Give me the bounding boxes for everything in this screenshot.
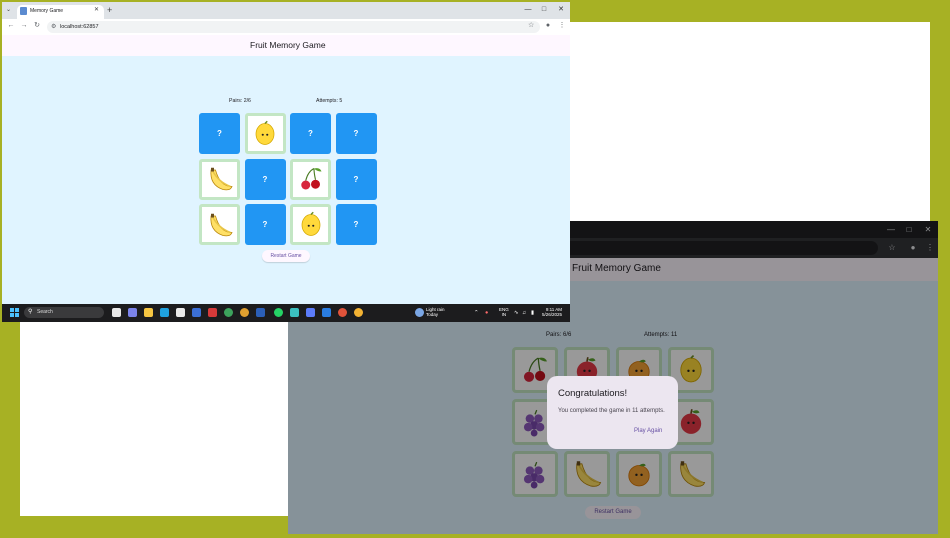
hidden-card[interactable]: ? bbox=[335, 113, 377, 154]
language-indicator[interactable]: ENG IN bbox=[499, 307, 509, 317]
play-again-button[interactable]: Play Again bbox=[634, 428, 662, 434]
dialog-message: You completed the game in 11 attempts. bbox=[558, 408, 665, 414]
app-icon[interactable] bbox=[192, 308, 201, 317]
new-tab-icon[interactable]: + bbox=[107, 5, 112, 15]
attempts-counter: Attempts: 5 bbox=[316, 98, 343, 104]
forward-arrow-icon[interactable]: → bbox=[19, 21, 29, 31]
weather-widget[interactable]: Light rain Today bbox=[426, 307, 445, 317]
chrome-icon[interactable] bbox=[224, 308, 233, 317]
banana-icon bbox=[209, 213, 233, 236]
lemon-icon bbox=[255, 120, 275, 145]
minimize-icon[interactable]: — bbox=[523, 5, 533, 15]
tab-list-icon[interactable]: ⌄ bbox=[6, 6, 11, 15]
taskbar-search[interactable] bbox=[24, 307, 104, 318]
whatsapp-icon[interactable] bbox=[274, 308, 283, 317]
clock-date: 5/26/2025 bbox=[542, 312, 563, 317]
search-icon: ⚲ bbox=[28, 309, 33, 315]
hidden-card[interactable]: ? bbox=[244, 158, 286, 200]
bookmark-star-icon[interactable]: ☆ bbox=[528, 21, 534, 31]
banana-card[interactable] bbox=[199, 204, 240, 245]
restart-game-button[interactable]: Restart Game bbox=[262, 250, 310, 262]
windows-start-icon[interactable] bbox=[10, 308, 19, 317]
hidden-card[interactable]: ? bbox=[290, 113, 331, 154]
language-region: IN bbox=[501, 312, 507, 317]
address-bar[interactable] bbox=[47, 21, 540, 33]
profile-icon[interactable]: ● bbox=[543, 21, 553, 31]
pairs-counter: Pairs: 2/6 bbox=[229, 98, 251, 104]
back-arrow-icon[interactable]: ← bbox=[6, 21, 16, 31]
tab-favicon-icon bbox=[20, 7, 27, 15]
doc-icon[interactable] bbox=[306, 308, 315, 317]
chrome-profile-icon[interactable] bbox=[240, 308, 249, 317]
edge-icon[interactable] bbox=[160, 308, 169, 317]
dialog-title: Congratulations! bbox=[558, 388, 628, 399]
hidden-card[interactable]: ? bbox=[335, 158, 377, 200]
lemon-card[interactable] bbox=[290, 204, 331, 245]
mcafee-icon[interactable] bbox=[208, 308, 217, 317]
hidden-card[interactable]: ? bbox=[199, 113, 240, 154]
front-browser-window[interactable]: ⌄ Memory Game ✕ + — □ ✕ ← → ↻ ⚙ localhos… bbox=[2, 2, 570, 322]
file-explorer-icon[interactable] bbox=[144, 308, 153, 317]
notes-icon[interactable] bbox=[290, 308, 299, 317]
word-icon[interactable] bbox=[256, 308, 265, 317]
cherry-icon bbox=[300, 167, 321, 190]
hidden-card[interactable]: ? bbox=[244, 204, 286, 245]
weather-icon[interactable] bbox=[415, 308, 424, 317]
app-title: Fruit Memory Game bbox=[250, 40, 326, 50]
clock[interactable]: 9:11 AM 5/26/2025 bbox=[542, 307, 562, 317]
lemon-card[interactable] bbox=[244, 113, 286, 154]
restore-icon[interactable]: □ bbox=[539, 5, 549, 15]
url-text[interactable]: localhost:62857 bbox=[60, 22, 99, 32]
volume-icon[interactable]: ♫ bbox=[522, 309, 526, 317]
tray-chevron-icon[interactable]: ⌃ bbox=[474, 309, 479, 317]
banana-card[interactable] bbox=[199, 158, 240, 200]
desktop-background-window bbox=[20, 322, 288, 516]
vscode-icon[interactable] bbox=[322, 308, 331, 317]
chrome-active-icon[interactable] bbox=[354, 308, 363, 317]
cherry-card[interactable] bbox=[290, 158, 331, 200]
battery-icon[interactable]: ▮ bbox=[531, 309, 534, 317]
store-icon[interactable] bbox=[176, 308, 185, 317]
site-info-icon[interactable]: ⚙ bbox=[51, 22, 56, 32]
banana-icon bbox=[209, 167, 233, 191]
taskbar-search-placeholder: Search bbox=[37, 309, 53, 315]
tray-app-icon[interactable]: ● bbox=[485, 309, 488, 317]
wifi-icon[interactable]: ∿ bbox=[514, 309, 519, 317]
hidden-card[interactable]: ? bbox=[335, 204, 377, 245]
weather-subtitle: Today bbox=[426, 312, 439, 317]
tab-close-icon[interactable]: ✕ bbox=[94, 6, 99, 15]
teams-icon[interactable] bbox=[128, 308, 137, 317]
tab-title: Memory Game bbox=[30, 8, 64, 14]
desktop-background-window bbox=[570, 22, 930, 222]
lemon-icon bbox=[301, 211, 320, 236]
task-view-icon[interactable] bbox=[112, 308, 121, 317]
browser-app-icon[interactable] bbox=[338, 308, 347, 317]
close-window-icon[interactable]: ✕ bbox=[556, 5, 566, 15]
reload-icon[interactable]: ↻ bbox=[32, 21, 42, 31]
browser-menu-icon[interactable]: ⋮ bbox=[557, 21, 567, 31]
